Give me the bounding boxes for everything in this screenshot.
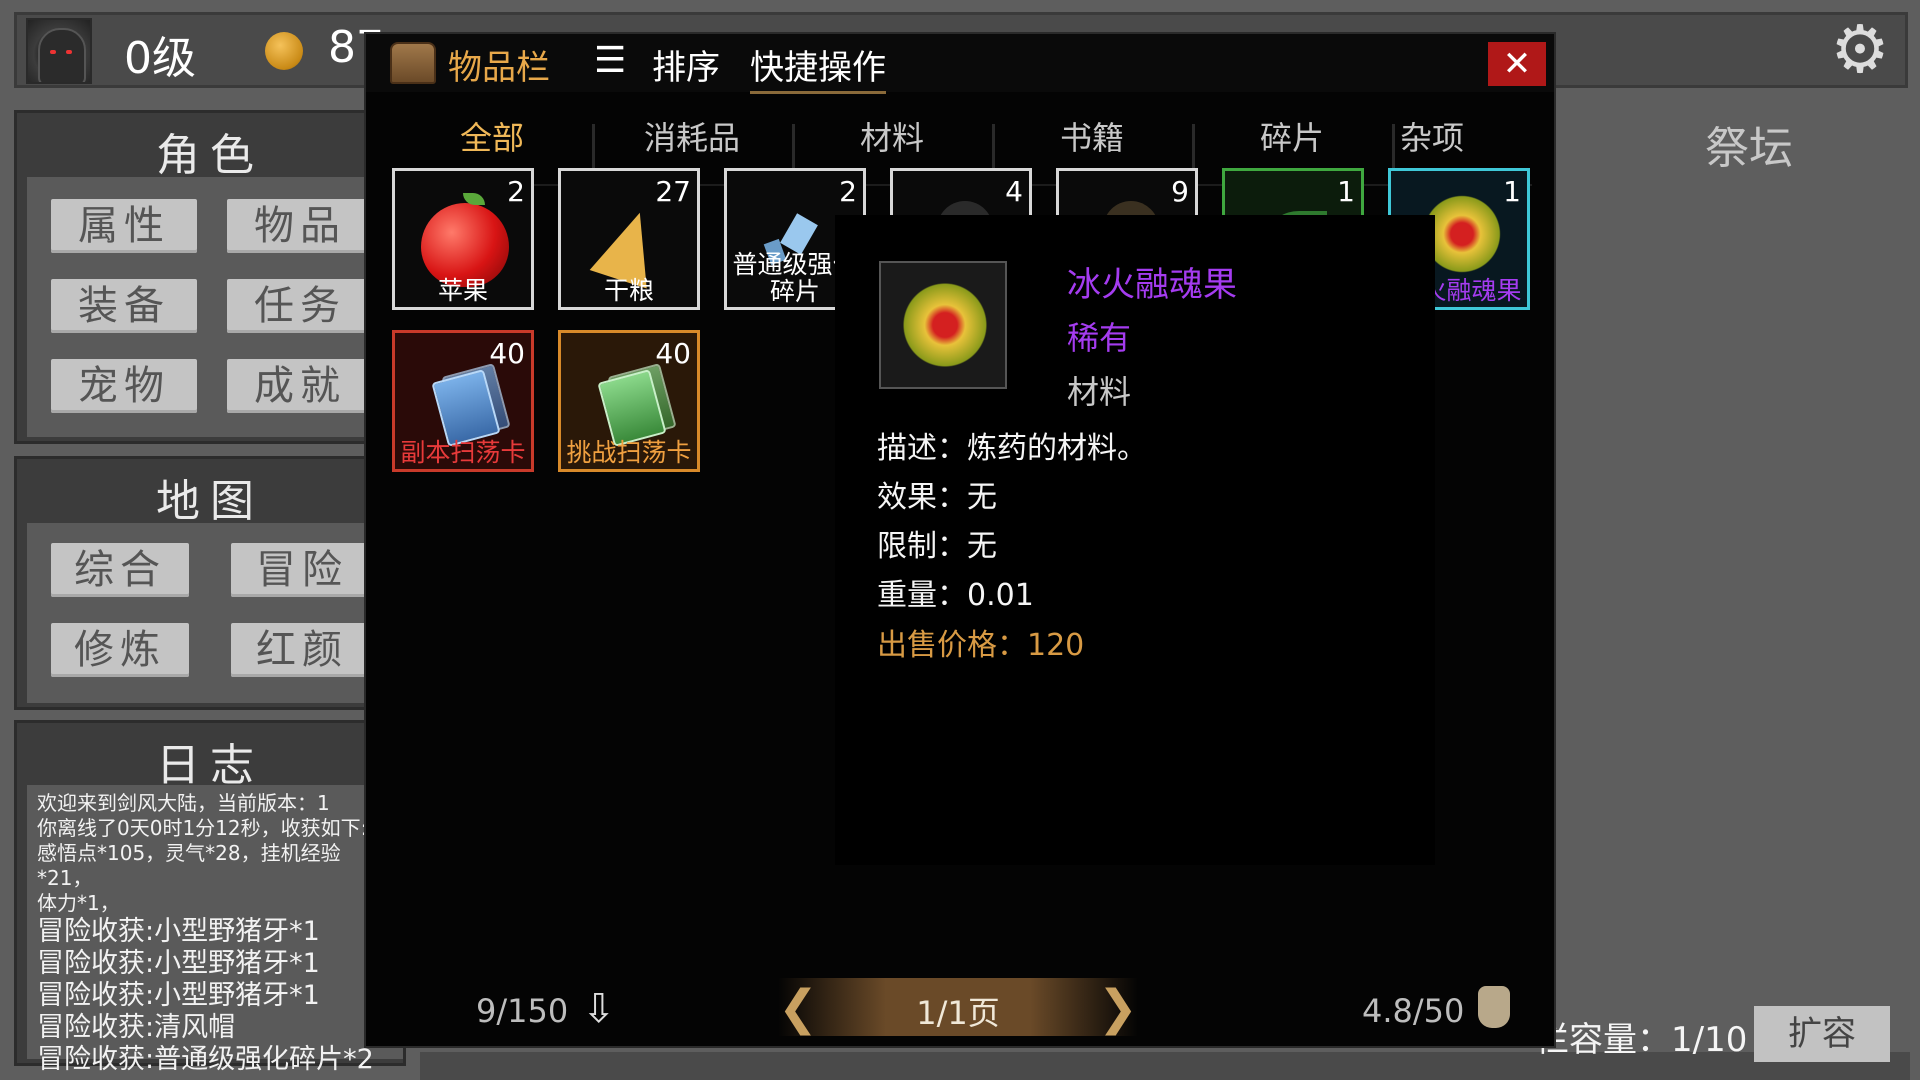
weight-indicator: 4.8/50 — [1362, 992, 1465, 1030]
inventory-title: 物品栏 — [448, 48, 550, 88]
log-line: 冒险收获:清风帽 — [37, 1012, 236, 1043]
page-indicator: 1/1页 — [916, 994, 1000, 1032]
slot-count: 9/150 — [476, 992, 569, 1030]
item-count: 27 — [655, 175, 691, 208]
map-panel-title: 地图 — [156, 476, 264, 527]
log-line: 你离线了0天0时1分12秒，收获如下: — [37, 816, 368, 840]
eye-icon — [50, 50, 56, 54]
item-slot-rations[interactable]: 27 干粮 — [558, 168, 700, 310]
gear-icon[interactable]: ⚙ — [1828, 17, 1892, 83]
quick-actions-button[interactable]: 快捷操作 — [750, 40, 886, 94]
tooltip-sell-price: 出售价格：120 — [877, 628, 1085, 663]
item-slot-apple[interactable]: 2 苹果 — [392, 168, 534, 310]
quests-button[interactable]: 任务 — [227, 279, 373, 333]
tooltip-rarity: 稀有 — [1067, 319, 1132, 357]
item-name: 挑战扫荡卡 — [566, 438, 692, 467]
role-panel: 角色 属性 物品 装备 任务 宠物 成就 — [14, 110, 406, 444]
item-count: 2 — [839, 175, 857, 208]
item-slot-challenge-sweep-card[interactable]: 40 挑战扫荡卡 — [558, 330, 700, 472]
item-name: 副本扫荡卡 — [400, 438, 526, 467]
log-line: 体力*1， — [37, 891, 120, 915]
tooltip-effect: 效果：无 — [877, 480, 997, 515]
inventory-header: 物品栏 ☰ 排序 快捷操作 ✕ — [366, 34, 1554, 94]
item-count: 1 — [1503, 175, 1521, 208]
companions-button[interactable]: 红颜 — [231, 623, 373, 677]
item-count: 1 — [1337, 175, 1355, 208]
tooltip-type: 材料 — [1067, 373, 1132, 411]
log-line: 冒险收获:小型野猪牙*1 — [37, 916, 320, 947]
item-count: 40 — [655, 337, 691, 370]
apple-icon — [421, 203, 509, 287]
pets-button[interactable]: 宠物 — [51, 359, 197, 413]
cultivate-button[interactable]: 修炼 — [51, 623, 189, 677]
tooltip-item-image — [879, 261, 1007, 389]
item-count: 9 — [1171, 175, 1189, 208]
general-button[interactable]: 综合 — [51, 543, 189, 597]
pagination: ❮ 1/1页 ❯ — [778, 978, 1138, 1036]
items-button[interactable]: 物品 — [227, 199, 373, 253]
avatar[interactable] — [26, 18, 92, 84]
item-count: 2 — [507, 175, 525, 208]
sort-button[interactable]: 排序 — [652, 40, 720, 89]
log-content[interactable]: 欢迎来到剑风大陆，当前版本：1 你离线了0天0时1分12秒，收获如下: 感悟点*… — [27, 785, 403, 1075]
sort-icon[interactable]: ☰ — [594, 40, 626, 81]
log-line: 感悟点*105，灵气*28，挂机经验*21， — [37, 841, 341, 890]
chest-icon — [390, 42, 436, 84]
log-line: 冒险收获:普通级强化碎片*2 — [37, 1044, 374, 1075]
coin-icon — [265, 32, 303, 70]
map-panel: 地图 综合 冒险 修炼 红颜 — [14, 456, 406, 710]
adventure-button[interactable]: 冒险 — [231, 543, 373, 597]
attributes-button[interactable]: 属性 — [51, 199, 197, 253]
next-page-button[interactable]: ❯ — [1098, 980, 1138, 1036]
log-panel: 日志 欢迎来到剑风大陆，当前版本：1 你离线了0天0时1分12秒，收获如下: 感… — [14, 720, 406, 1075]
role-panel-title: 角色 — [156, 130, 264, 181]
log-line: 冒险收获:小型野猪牙*1 — [37, 980, 320, 1011]
close-button[interactable]: ✕ — [1488, 42, 1546, 86]
tooltip-item-name: 冰火融魂果 — [1067, 265, 1237, 305]
log-panel-title: 日志 — [156, 740, 264, 791]
tooltip-weight: 重量：0.01 — [877, 578, 1034, 613]
eye-icon — [66, 50, 72, 54]
download-icon[interactable]: ⇩ — [582, 986, 616, 1032]
item-tooltip: 冰火融魂果 稀有 材料 描述：炼药的材料。 效果：无 限制：无 重量：0.01 … — [835, 215, 1435, 865]
capacity-label: 栏容量：1/10 — [1535, 1020, 1748, 1060]
item-slot-dungeon-sweep-card[interactable]: 40 副本扫荡卡 — [392, 330, 534, 472]
item-count: 40 — [489, 337, 525, 370]
item-name: 苹果 — [437, 276, 488, 305]
fruit-icon — [897, 277, 993, 373]
fragment-icon — [780, 213, 818, 255]
player-level: 0级 — [124, 33, 196, 84]
bag-icon — [1478, 986, 1510, 1028]
tooltip-limit: 限制：无 — [877, 529, 997, 564]
equipment-button[interactable]: 装备 — [51, 279, 197, 333]
log-line: 欢迎来到剑风大陆，当前版本：1 — [37, 791, 330, 815]
altar-label: 祭坛 — [1705, 123, 1793, 174]
tooltip-description: 描述：炼药的材料。 — [877, 431, 1147, 466]
log-line: 冒险收获:小型野猪牙*1 — [37, 948, 320, 979]
hood-icon — [38, 28, 86, 82]
expand-button[interactable]: 扩容 — [1754, 1006, 1890, 1062]
item-count: 4 — [1005, 175, 1023, 208]
achievements-button[interactable]: 成就 — [227, 359, 373, 413]
item-name: 干粮 — [603, 276, 654, 305]
